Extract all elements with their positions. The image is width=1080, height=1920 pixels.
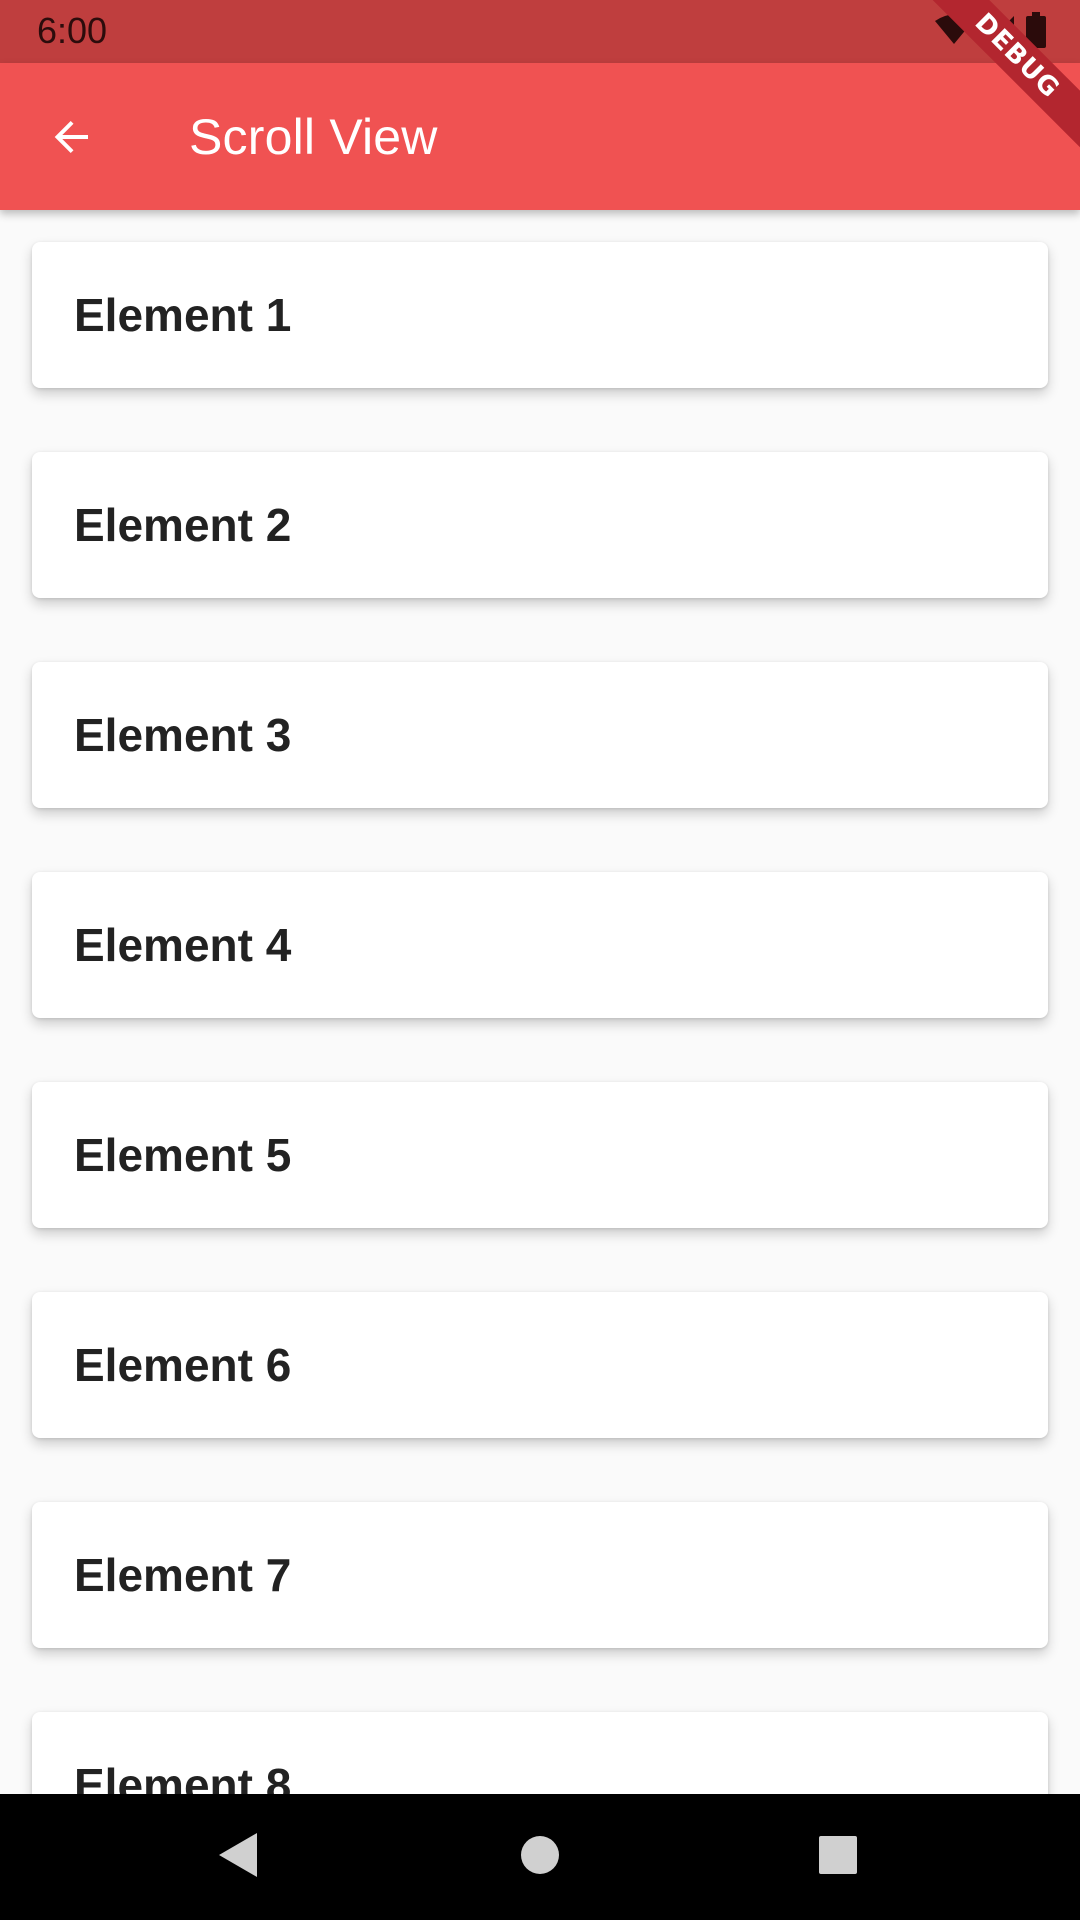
list-item[interactable]: Element 4 — [32, 872, 1048, 1018]
back-button[interactable] — [36, 103, 108, 175]
list-item-label: Element 4 — [74, 919, 292, 971]
list-item-label: Element 6 — [74, 1339, 292, 1391]
page-title: Scroll View — [189, 109, 438, 165]
recents-square-icon — [818, 1835, 858, 1880]
list-item[interactable]: Element 2 — [32, 452, 1048, 598]
list-item-label: Element 8 — [74, 1759, 292, 1794]
scroll-list[interactable]: Element 1 Element 2 Element 3 Element 4 … — [0, 210, 1080, 1794]
list-item-label: Element 2 — [74, 499, 292, 551]
nav-back-button[interactable] — [204, 1822, 274, 1892]
list-item[interactable]: Element 6 — [32, 1292, 1048, 1438]
back-triangle-icon — [217, 1831, 261, 1884]
app-bar: Scroll View — [0, 63, 1080, 210]
list-item[interactable]: Element 8 — [32, 1712, 1048, 1794]
system-nav-bar — [0, 1794, 1080, 1920]
list-item-label: Element 3 — [74, 709, 292, 761]
list-item-label: Element 5 — [74, 1129, 292, 1181]
list-item[interactable]: Element 1 — [32, 242, 1048, 388]
nav-recents-button[interactable] — [803, 1822, 873, 1892]
home-circle-icon — [520, 1835, 560, 1880]
status-time: 6:00 — [37, 10, 108, 51]
list-item[interactable]: Element 7 — [32, 1502, 1048, 1648]
list-item-label: Element 7 — [74, 1549, 292, 1601]
arrow-back-icon — [48, 113, 96, 166]
status-bar: 6:00 — [0, 0, 1080, 63]
list-item[interactable]: Element 5 — [32, 1082, 1048, 1228]
list-item-label: Element 1 — [74, 289, 292, 341]
nav-home-button[interactable] — [505, 1822, 575, 1892]
list-item[interactable]: Element 3 — [32, 662, 1048, 808]
